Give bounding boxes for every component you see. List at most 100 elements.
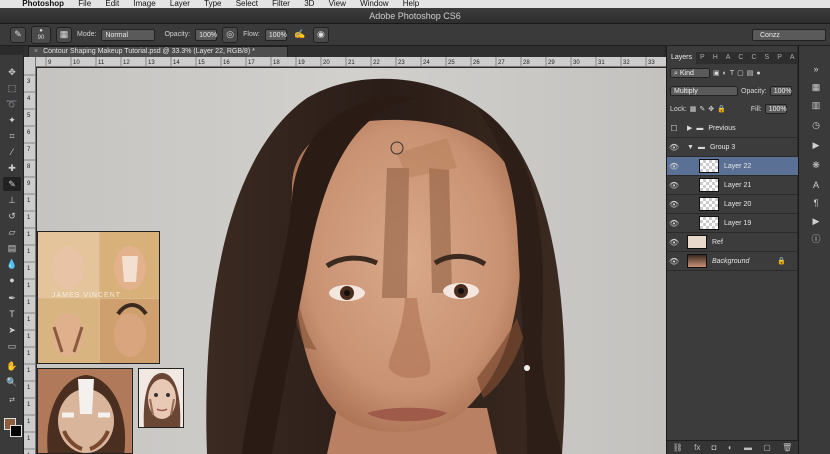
new-group-icon[interactable]: ▬ bbox=[744, 443, 752, 452]
tab-h[interactable]: H bbox=[709, 52, 722, 64]
tab-layers[interactable]: Layers bbox=[667, 52, 697, 64]
opacity-field[interactable]: 100% bbox=[195, 28, 218, 41]
disclosure-open-icon[interactable]: ▼ bbox=[687, 144, 694, 151]
tab-a[interactable]: A bbox=[722, 52, 735, 64]
tab-a2[interactable]: A bbox=[786, 52, 799, 64]
stamp-tool-icon[interactable]: ⊥ bbox=[3, 193, 21, 207]
eraser-tool-icon[interactable]: ▱ bbox=[3, 225, 21, 239]
layer-row-group-3[interactable]: 👁 ▼ ▬ Group 3 bbox=[667, 138, 798, 157]
filter-toggle-icon[interactable]: ● bbox=[756, 70, 760, 77]
new-layer-icon[interactable]: ▢ bbox=[763, 443, 771, 452]
path-select-tool-icon[interactable]: ➤ bbox=[3, 323, 21, 337]
filter-pixel-icon[interactable]: ▣ bbox=[713, 69, 720, 77]
type-tool-icon[interactable]: T bbox=[3, 307, 21, 321]
swatches-icon[interactable]: ▥ bbox=[809, 98, 823, 112]
layer-row-background[interactable]: 👁 Background 🔒 bbox=[667, 252, 798, 271]
fx-icon[interactable]: fx bbox=[694, 443, 700, 452]
paragraph-icon[interactable]: ¶ bbox=[809, 196, 823, 210]
layer-opacity-field[interactable]: 100% bbox=[769, 86, 792, 96]
eye-icon[interactable]: 👁 bbox=[667, 238, 681, 247]
trash-icon[interactable]: 🗑 bbox=[782, 443, 792, 452]
swap-colors-icon[interactable]: ⇄ bbox=[3, 393, 21, 407]
adjustment-layer-icon[interactable]: ◐ bbox=[728, 443, 733, 452]
brush-panel-toggle-icon[interactable]: ▦ bbox=[56, 26, 72, 43]
link-layers-icon[interactable]: ⛓ bbox=[673, 443, 683, 452]
dodge-tool-icon[interactable]: ● bbox=[3, 273, 21, 287]
layer-row-ref[interactable]: 👁 Ref bbox=[667, 233, 798, 252]
menu-window[interactable]: Window bbox=[360, 0, 388, 8]
menu-app-name[interactable]: Photoshop bbox=[22, 0, 64, 8]
blur-tool-icon[interactable]: 💧 bbox=[3, 257, 21, 271]
tab-p2[interactable]: P bbox=[773, 52, 786, 64]
add-mask-icon[interactable]: ◘ bbox=[712, 443, 717, 452]
menu-3d[interactable]: 3D bbox=[304, 0, 314, 8]
menu-select[interactable]: Select bbox=[236, 0, 258, 8]
tab-c1[interactable]: C bbox=[734, 52, 747, 64]
eye-icon[interactable]: 👁 bbox=[667, 181, 681, 190]
document-canvas[interactable]: JAMES VINCENT bbox=[37, 68, 666, 454]
menu-edit[interactable]: Edit bbox=[105, 0, 119, 8]
collapse-icon[interactable]: » bbox=[809, 62, 823, 76]
lasso-tool-icon[interactable]: ➰ bbox=[3, 97, 21, 111]
close-document-icon[interactable]: × bbox=[34, 48, 38, 55]
eyedropper-tool-icon[interactable]: ⁄ bbox=[3, 145, 21, 159]
tab-s[interactable]: S bbox=[761, 52, 774, 64]
move-tool-icon[interactable]: ✥ bbox=[3, 65, 21, 79]
horizontal-ruler[interactable]: 9 10 11 12 13 14 15 16 17 18 19 20 21 22 23 24 25 26 27 28 2… bbox=[36, 57, 666, 67]
disclosure-collapsed-icon[interactable]: ▶ bbox=[687, 124, 692, 132]
eye-icon[interactable]: 👁 bbox=[667, 219, 681, 228]
zoom-tool-icon[interactable]: 🔍 bbox=[3, 375, 21, 389]
tab-p[interactable]: P bbox=[696, 52, 709, 64]
brush-tool-icon[interactable]: ✎ bbox=[3, 177, 21, 191]
vertical-ruler[interactable]: 34567891111111111111111 bbox=[24, 57, 36, 454]
character-icon[interactable]: A bbox=[809, 178, 823, 192]
pressure-size-icon[interactable]: ◉ bbox=[312, 26, 329, 43]
shape-tool-icon[interactable]: ▭ bbox=[3, 339, 21, 353]
eye-icon[interactable]: 👁 bbox=[667, 143, 681, 152]
menu-layer[interactable]: Layer bbox=[170, 0, 190, 8]
gradient-tool-icon[interactable]: ▤ bbox=[3, 241, 21, 255]
actions-icon[interactable]: ▶ bbox=[809, 138, 823, 152]
workspace-switcher[interactable]: Conzz bbox=[752, 29, 826, 41]
flow-field[interactable]: 100% bbox=[264, 28, 287, 41]
lock-all-icon[interactable]: 🔒 bbox=[717, 105, 726, 113]
menu-file[interactable]: File bbox=[78, 0, 91, 8]
blend-mode-select[interactable]: Multiply bbox=[670, 86, 738, 96]
layer-row-previous[interactable]: ☐ ▶ ▬ Previous bbox=[667, 119, 798, 138]
marquee-tool-icon[interactable]: ⬚ bbox=[3, 81, 21, 95]
quick-select-tool-icon[interactable]: ✦ bbox=[3, 113, 21, 127]
brush-presets-icon[interactable]: ❋ bbox=[809, 158, 823, 172]
lock-transparent-icon[interactable]: ▦ bbox=[690, 105, 697, 113]
lock-move-icon[interactable]: ✥ bbox=[708, 105, 714, 113]
menu-type[interactable]: Type bbox=[204, 0, 221, 8]
tab-c2[interactable]: C bbox=[747, 52, 760, 64]
brush-size-picker[interactable]: ● 90 bbox=[31, 25, 51, 44]
fill-field[interactable]: 100% bbox=[764, 104, 787, 114]
visibility-empty-icon[interactable]: ☐ bbox=[667, 124, 681, 133]
eye-icon[interactable]: 👁 bbox=[667, 257, 681, 266]
filter-adjust-icon[interactable]: ◐ bbox=[723, 70, 727, 77]
hand-tool-icon[interactable]: ✋ bbox=[3, 359, 21, 373]
crop-tool-icon[interactable]: ⌗ bbox=[3, 129, 21, 143]
airbrush-icon[interactable]: ✍ bbox=[292, 27, 308, 43]
lock-paint-icon[interactable]: ✎ bbox=[699, 105, 705, 113]
mode-select[interactable]: Normal bbox=[101, 28, 156, 41]
layer-row-layer-20[interactable]: 👁 Layer 20 bbox=[667, 195, 798, 214]
layer-row-layer-21[interactable]: 👁 Layer 21 bbox=[667, 176, 798, 195]
healing-tool-icon[interactable]: ✚ bbox=[3, 161, 21, 175]
filter-kind-select[interactable]: ⌕ Kind bbox=[670, 68, 710, 78]
layer-row-layer-19[interactable]: 👁 Layer 19 bbox=[667, 214, 798, 233]
filter-smart-icon[interactable]: ▤ bbox=[747, 69, 754, 77]
history-icon[interactable]: ◷ bbox=[809, 118, 823, 132]
color-panel-icon[interactable]: ▦ bbox=[809, 80, 823, 94]
history-brush-icon[interactable]: ↺ bbox=[3, 209, 21, 223]
play-icon[interactable]: ▶ bbox=[809, 214, 823, 228]
eye-icon[interactable]: 👁 bbox=[667, 200, 681, 209]
document-tab[interactable]: × Contour Shaping Makeup Tutorial.psd @ 3… bbox=[28, 46, 288, 57]
menu-filter[interactable]: Filter bbox=[272, 0, 290, 8]
pen-tool-icon[interactable]: ✒ bbox=[3, 291, 21, 305]
info-icon[interactable]: ⓘ bbox=[809, 232, 823, 246]
background-color-swatch[interactable] bbox=[10, 425, 22, 437]
filter-type-icon[interactable]: T bbox=[730, 70, 734, 77]
brush-tool-preset-icon[interactable]: ✎ bbox=[10, 26, 26, 43]
